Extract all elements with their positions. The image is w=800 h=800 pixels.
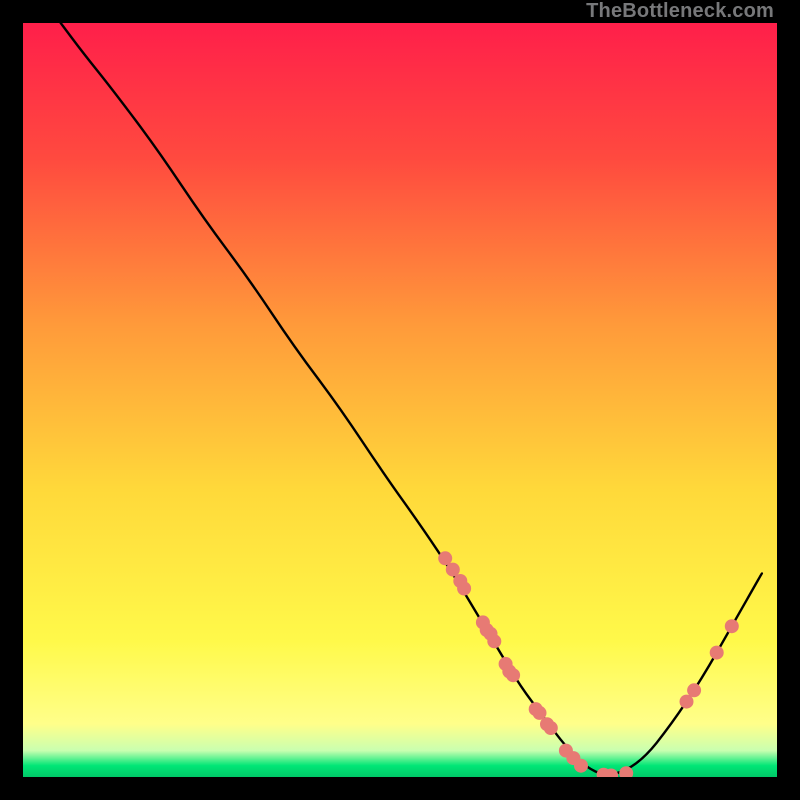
data-point <box>710 646 724 660</box>
gradient-bg <box>23 23 777 777</box>
data-point <box>457 582 471 596</box>
data-point <box>506 668 520 682</box>
data-point <box>544 721 558 735</box>
data-point <box>725 619 739 633</box>
chart-frame <box>23 23 777 777</box>
data-point <box>687 683 701 697</box>
chart-svg <box>23 23 777 777</box>
data-point <box>487 634 501 648</box>
watermark-text: TheBottleneck.com <box>586 0 774 23</box>
data-point <box>574 759 588 773</box>
data-point <box>446 563 460 577</box>
